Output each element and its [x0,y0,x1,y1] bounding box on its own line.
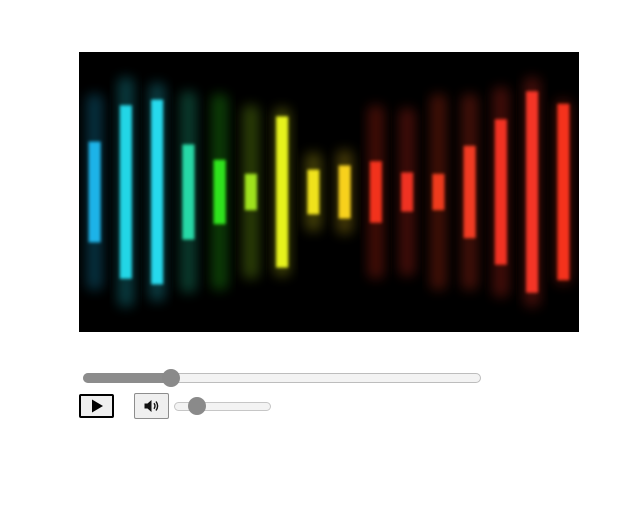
visualizer-bar [119,105,132,279]
visualizer-bar [494,119,507,265]
video-frame[interactable] [79,52,579,332]
seek-slider[interactable] [83,369,481,387]
volume-slider[interactable] [174,397,271,415]
visualizer-bar [88,141,101,243]
visualizer-bars [86,77,572,307]
visualizer-bar [463,145,476,239]
visualizer-bar [557,103,570,281]
seek-thumb[interactable] [162,369,180,387]
visualizer-bar [213,159,226,225]
mute-button[interactable] [134,393,169,419]
visualizer-bar [182,144,195,240]
visualizer-bar [338,165,351,219]
visualizer-bar [401,172,414,212]
visualizer-bar [244,173,257,211]
volume-thumb[interactable] [188,397,206,415]
play-icon [91,399,103,413]
visualizer-bar [526,91,539,293]
play-button[interactable] [79,394,114,418]
visualizer-bar [369,161,382,223]
speaker-icon [144,400,158,412]
visualizer-bar [151,99,164,285]
seek-progress-fill [83,373,171,383]
visualizer-bar [307,169,320,215]
visualizer-bar [276,116,289,268]
visualizer-bar [432,173,445,211]
